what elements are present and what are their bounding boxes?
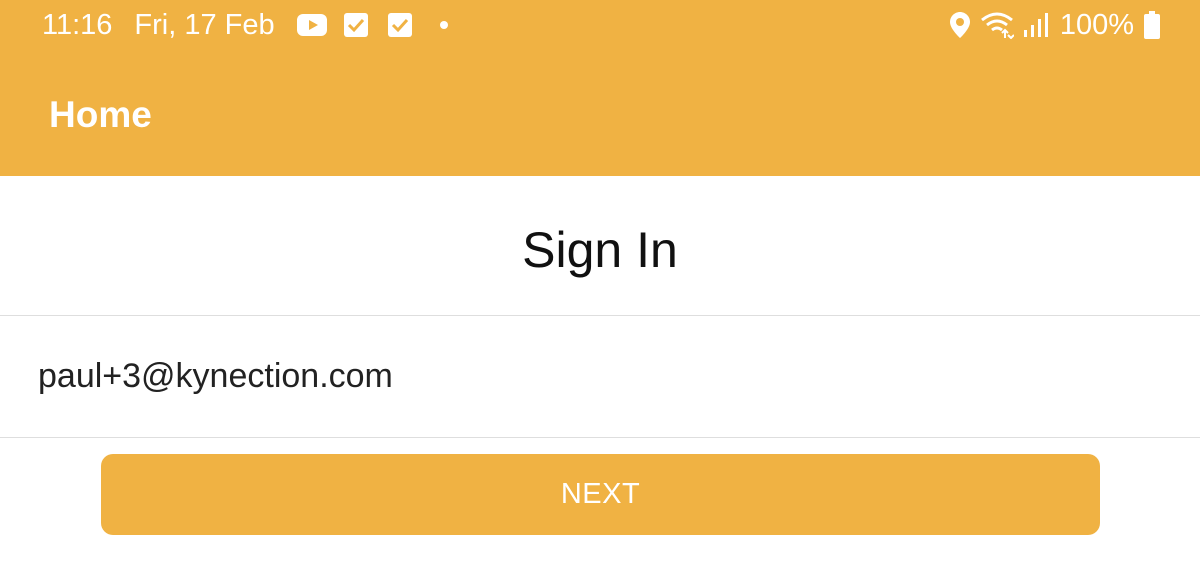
wifi-icon	[980, 11, 1014, 39]
email-field[interactable]	[38, 351, 1158, 401]
status-right: 100%	[949, 7, 1160, 43]
dot-icon	[429, 10, 459, 40]
status-bar: 11:16 Fri, 17 Feb 100%	[0, 0, 1200, 50]
mail-check-icon	[341, 10, 371, 40]
status-date: Fri, 17 Feb	[134, 8, 275, 41]
status-time: 11:16	[42, 8, 113, 41]
location-icon	[949, 12, 970, 38]
youtube-icon	[296, 10, 327, 40]
mail-check-icon	[385, 10, 415, 40]
signal-icon	[1023, 13, 1048, 37]
email-row	[0, 316, 1200, 438]
status-left: 11:16 Fri, 17 Feb	[42, 7, 459, 43]
app-bar: Home	[0, 50, 1200, 176]
header-area: 11:16 Fri, 17 Feb 100% Home	[0, 0, 1200, 176]
sign-in-header: Sign In	[0, 176, 1200, 316]
notification-icons	[296, 10, 459, 40]
next-button[interactable]: NEXT	[101, 454, 1100, 535]
battery-icon	[1144, 11, 1160, 39]
battery-percent: 100%	[1059, 8, 1134, 41]
app-title: Home	[49, 94, 152, 135]
page-title: Sign In	[522, 221, 678, 278]
screen: 11:16 Fri, 17 Feb 100% Home Sign In paul…	[0, 0, 1200, 561]
